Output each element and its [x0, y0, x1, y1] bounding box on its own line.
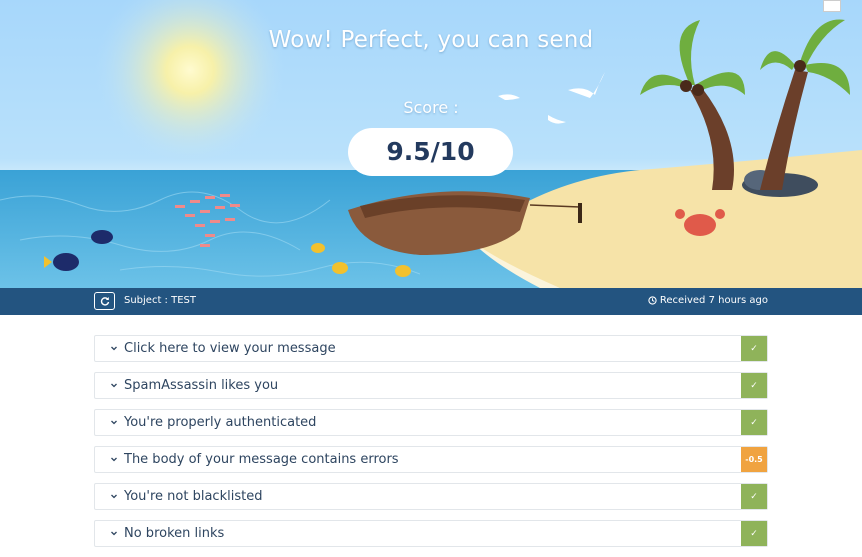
- check-icon: ✓: [741, 484, 767, 509]
- chevron-down-icon: [111, 531, 117, 536]
- uk-flag-icon[interactable]: [823, 0, 841, 12]
- result-label: You're not blacklisted: [124, 489, 263, 504]
- message-info-bar: Subject : TEST Received 7 hours ago: [0, 288, 862, 315]
- chevron-down-icon: [111, 457, 117, 462]
- score-value: 9.5/10: [348, 128, 513, 176]
- received-status: Received 7 hours ago: [648, 295, 768, 306]
- result-label: You're properly authenticated: [124, 415, 317, 430]
- result-headline: Wow! Perfect, you can send: [268, 27, 594, 53]
- result-row-spamassassin[interactable]: SpamAssassin likes you ✓: [94, 372, 768, 399]
- result-label: No broken links: [124, 526, 225, 541]
- chevron-down-icon: [111, 420, 117, 425]
- check-icon: ✓: [741, 521, 767, 546]
- chevron-down-icon: [111, 383, 117, 388]
- result-row-blacklist[interactable]: You're not blacklisted ✓: [94, 483, 768, 510]
- check-icon: ✓: [741, 336, 767, 361]
- chevron-down-icon: [111, 346, 117, 351]
- score-label: Score :: [403, 98, 459, 117]
- result-row-view-message[interactable]: Click here to view your message ✓: [94, 335, 768, 362]
- result-label: Click here to view your message: [124, 341, 336, 356]
- received-text: Received 7 hours ago: [659, 295, 768, 306]
- result-row-broken-links[interactable]: No broken links ✓: [94, 520, 768, 547]
- result-label: SpamAssassin likes you: [124, 378, 279, 393]
- result-row-authentication[interactable]: You're properly authenticated ✓: [94, 409, 768, 436]
- result-row-body-errors[interactable]: The body of your message contains errors…: [94, 446, 768, 473]
- chevron-down-icon: [111, 494, 117, 499]
- check-icon: ✓: [741, 373, 767, 398]
- check-icon: ✓: [741, 410, 767, 435]
- hero-banner: Wow! Perfect, you can send Score : 9.5/1…: [0, 0, 862, 288]
- subject-text: Subject : TEST: [124, 295, 196, 306]
- result-label: The body of your message contains errors: [124, 452, 399, 467]
- penalty-badge: -0.5: [741, 447, 767, 472]
- results-list: Click here to view your message ✓ SpamAs…: [94, 335, 768, 557]
- refresh-button[interactable]: [94, 292, 115, 310]
- clock-icon: [648, 296, 657, 305]
- refresh-icon: [100, 297, 109, 306]
- sun-icon: [95, 0, 285, 165]
